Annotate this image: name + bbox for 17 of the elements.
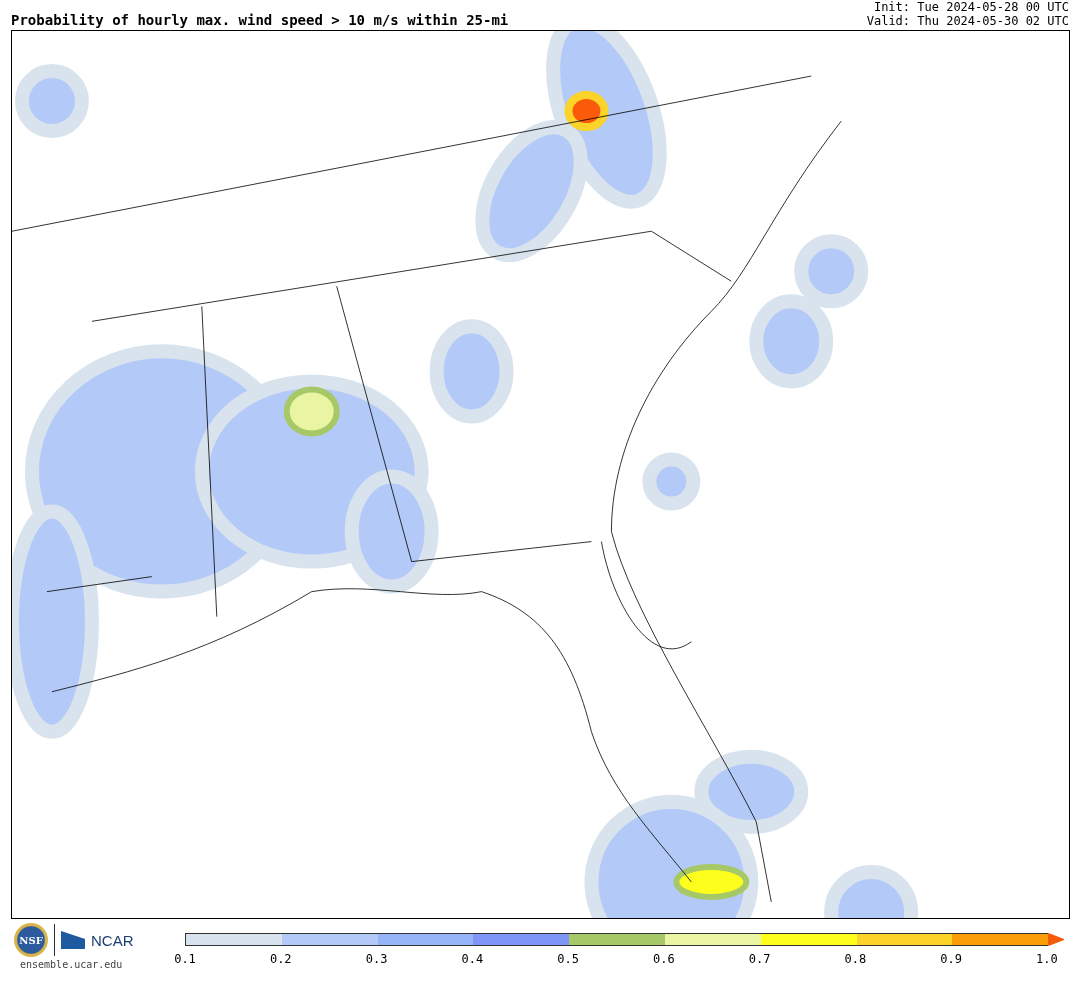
- scale-label: 0.5: [556, 952, 580, 966]
- scale-label: 0.9: [939, 952, 963, 966]
- ncar-logo-icon: [61, 931, 85, 949]
- scale-label: 1.0: [1035, 952, 1059, 966]
- scale-label: 0.3: [364, 952, 389, 966]
- scale-label: 0.8: [843, 952, 868, 966]
- ncar-logo: NCAR: [91, 931, 134, 949]
- chart-title: Probability of hourly max. wind speed > 10 m/s within 25-mi: [11, 12, 509, 28]
- scale-label: 0.1: [173, 952, 197, 966]
- scale-label: 0.2: [268, 952, 293, 966]
- scale-label: 0.7: [747, 952, 772, 966]
- nsf-logo: NSF: [14, 923, 48, 957]
- valid-time: Valid: Thu 2024-05-30 02 UTC: [866, 14, 1069, 28]
- init-time: Init: Tue 2024-05-28 00 UTC: [873, 0, 1069, 14]
- site-url: ensemble.ucar.edu: [20, 959, 123, 970]
- scale-label: 0.6: [652, 952, 676, 966]
- scale-label: 0.4: [460, 952, 485, 966]
